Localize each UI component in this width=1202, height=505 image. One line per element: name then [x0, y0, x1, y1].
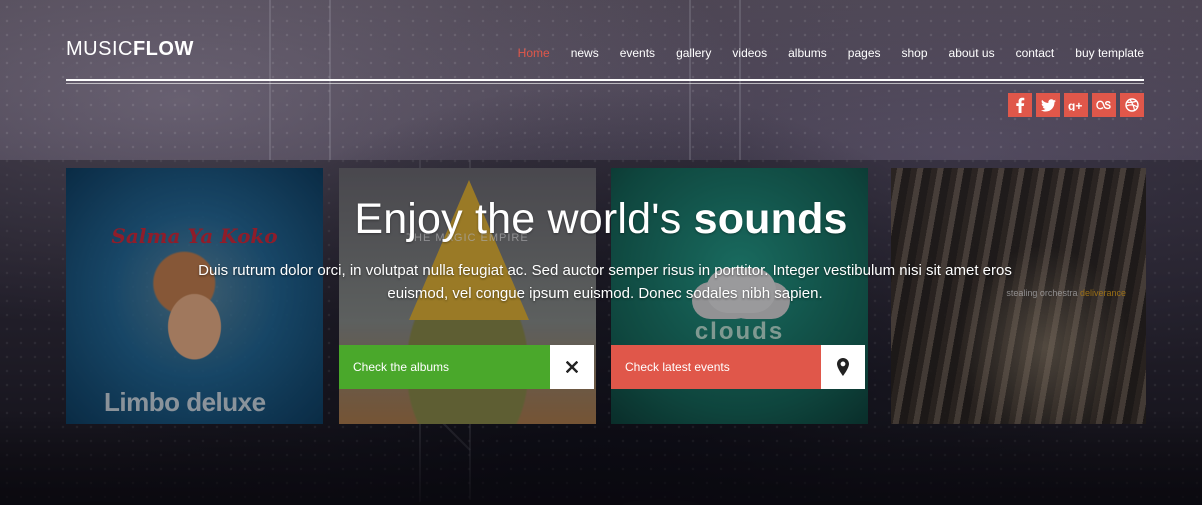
- hero-title: Enjoy the world's sounds: [0, 195, 1202, 244]
- lastfm-icon[interactable]: [1092, 93, 1116, 117]
- nav-pages[interactable]: pages: [848, 46, 881, 60]
- nav-home[interactable]: Home: [518, 46, 550, 60]
- site-logo[interactable]: MUSICFLOW: [66, 38, 194, 61]
- nav-albums[interactable]: albums: [788, 46, 827, 60]
- close-icon[interactable]: [550, 345, 594, 389]
- check-events-label[interactable]: Check latest events: [611, 345, 821, 389]
- hero-title-light: Enjoy the world's: [354, 195, 682, 243]
- header-divider-thin: [66, 83, 1144, 84]
- logo-bold: FLOW: [132, 38, 194, 60]
- nav-events[interactable]: events: [620, 46, 655, 60]
- nav-videos[interactable]: videos: [732, 46, 767, 60]
- nav-gallery[interactable]: gallery: [676, 46, 711, 60]
- nav-news[interactable]: news: [571, 46, 599, 60]
- map-pin-icon[interactable]: [821, 345, 865, 389]
- check-events-button[interactable]: Check latest events: [611, 345, 865, 389]
- nav-about-us[interactable]: about us: [949, 46, 995, 60]
- dribbble-icon[interactable]: [1120, 93, 1144, 117]
- main-nav: Home news events gallery videos albums p…: [497, 46, 1144, 60]
- google-plus-icon[interactable]: g+: [1064, 93, 1088, 117]
- check-albums-label[interactable]: Check the albums: [339, 345, 550, 389]
- header-divider: [66, 79, 1144, 81]
- hero-description: Duis rutrum dolor orci, in volutpat null…: [198, 262, 1012, 302]
- nav-buy-template[interactable]: buy template: [1075, 46, 1144, 60]
- facebook-icon[interactable]: [1008, 93, 1032, 117]
- twitter-icon[interactable]: [1036, 93, 1060, 117]
- nav-contact[interactable]: contact: [1016, 46, 1055, 60]
- logo-light: MUSIC: [66, 38, 133, 60]
- social-links: g+: [1008, 93, 1144, 117]
- svg-text:g+: g+: [1068, 99, 1082, 111]
- nav-shop[interactable]: shop: [902, 46, 928, 60]
- hero-title-bold: sounds: [693, 195, 848, 243]
- check-albums-button[interactable]: Check the albums: [339, 345, 594, 389]
